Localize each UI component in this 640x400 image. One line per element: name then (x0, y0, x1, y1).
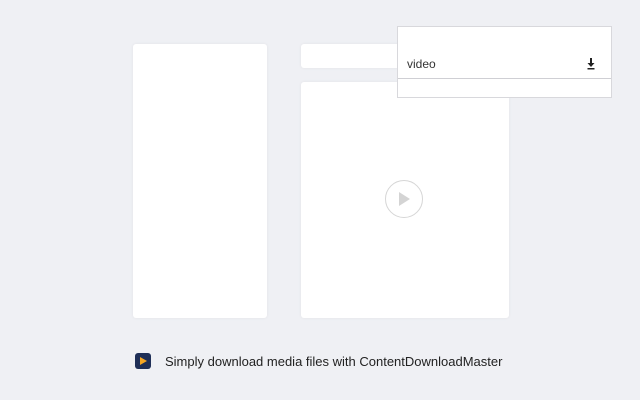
video-preview-card (301, 82, 509, 318)
tagline-text: Simply download media files with Content… (165, 353, 503, 369)
download-popup: video (397, 26, 612, 98)
play-icon[interactable] (385, 180, 423, 218)
media-item-label: video (407, 57, 436, 71)
play-logo-icon (135, 353, 151, 369)
footer-banner: Simply download media files with Content… (135, 352, 502, 370)
top-bar-placeholder (301, 44, 411, 68)
left-panel-placeholder (133, 44, 267, 318)
media-item-row[interactable]: video (398, 51, 611, 79)
download-arrow-icon[interactable] (585, 57, 597, 71)
